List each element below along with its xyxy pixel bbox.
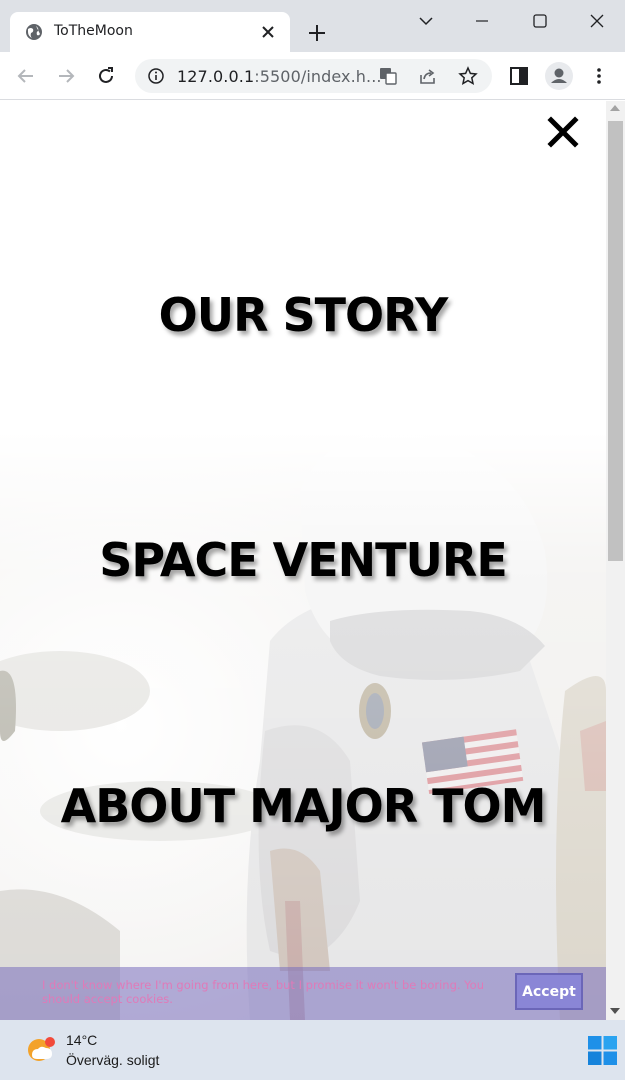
address-url: 127.0.0.1:5500/index.h...: [177, 67, 382, 86]
translate-icon[interactable]: [378, 66, 398, 86]
new-tab-plus-icon[interactable]: [306, 22, 328, 44]
globe-icon: [26, 24, 42, 40]
astronaut-background-image: [0, 431, 606, 1020]
share-icon[interactable]: [418, 66, 438, 86]
nav-link-about-major-tom[interactable]: ABOUT MAJOR TOM: [0, 779, 606, 833]
info-icon[interactable]: [147, 67, 165, 85]
close-window-icon[interactable]: [586, 10, 608, 32]
scroll-up-arrow-icon[interactable]: [610, 105, 620, 111]
page-scrollbar[interactable]: [606, 101, 625, 1020]
weather-temperature: 14°C: [66, 1032, 98, 1048]
minimize-icon[interactable]: [471, 10, 493, 32]
scroll-thumb[interactable]: [608, 121, 623, 561]
reload-icon[interactable]: [94, 64, 118, 88]
star-icon[interactable]: [458, 66, 478, 86]
side-panel-icon[interactable]: [507, 64, 531, 88]
cookie-banner: I don't know where I'm going from here, …: [0, 967, 606, 1020]
forward-icon[interactable]: [54, 64, 78, 88]
weather-condition: Överväg. soligt: [66, 1052, 160, 1068]
accept-cookies-button[interactable]: Accept: [515, 973, 583, 1010]
close-menu-icon[interactable]: [546, 115, 580, 149]
back-icon[interactable]: [14, 64, 38, 88]
scroll-down-arrow-icon[interactable]: [610, 1008, 620, 1014]
profile-avatar[interactable]: [545, 62, 573, 90]
address-bar[interactable]: 127.0.0.1:5500/index.h...: [135, 59, 492, 93]
browser-toolbar: 127.0.0.1:5500/index.h...: [0, 52, 625, 100]
taskbar: 14°C Överväg. soligt: [0, 1020, 625, 1080]
profile-icon: [551, 68, 567, 83]
browser-tab[interactable]: ToTheMoon: [10, 12, 290, 52]
nav-link-our-story[interactable]: OUR STORY: [0, 288, 606, 342]
url-rest: :5500/index.h...: [254, 67, 382, 86]
url-host: 127.0.0.1: [177, 67, 255, 86]
more-icon[interactable]: [587, 64, 611, 88]
tab-title: ToTheMoon: [54, 23, 133, 39]
page-viewport: OUR STORY SPACE VENTURE ABOUT MAJOR TOM …: [0, 101, 606, 1020]
close-tab-icon[interactable]: [258, 22, 278, 42]
windows-start-icon[interactable]: [588, 1036, 617, 1065]
weather-icon[interactable]: [26, 1035, 56, 1065]
nav-link-space-venture[interactable]: SPACE VENTURE: [0, 533, 606, 587]
tab-strip: ToTheMoon: [0, 0, 625, 52]
chevron-down-icon[interactable]: [415, 10, 437, 32]
cookie-message: I don't know where I'm going from here, …: [42, 978, 485, 1006]
maximize-icon[interactable]: [529, 10, 551, 32]
